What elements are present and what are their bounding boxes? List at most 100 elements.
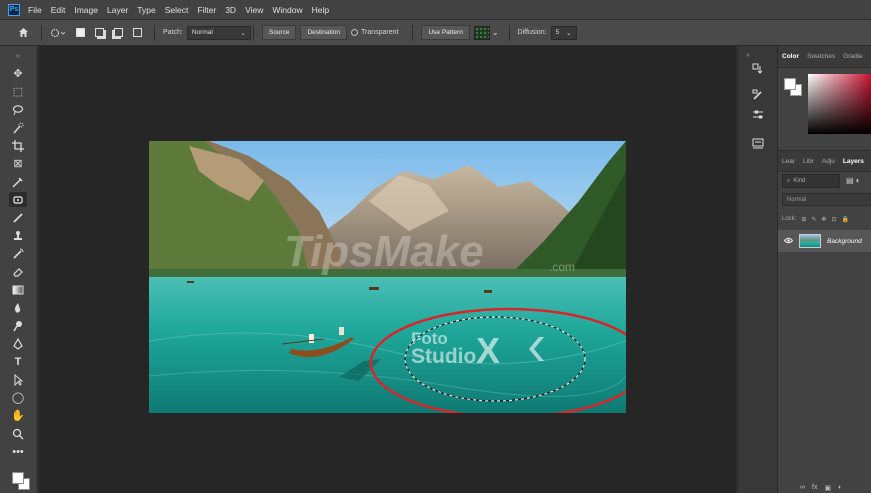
lock-position-icon[interactable]: ✥ bbox=[821, 216, 826, 223]
quick-select-icon[interactable] bbox=[9, 120, 27, 135]
diffusion-label: Diffusion: bbox=[517, 29, 547, 36]
menu-help[interactable]: Help bbox=[312, 5, 329, 15]
collapse-icon[interactable]: » bbox=[9, 49, 27, 64]
transparent-label: Transparent bbox=[361, 29, 399, 36]
add-selection-button[interactable] bbox=[95, 28, 104, 37]
destination-button[interactable]: Destination bbox=[300, 25, 347, 40]
color-picker-field[interactable] bbox=[808, 74, 871, 134]
divider bbox=[252, 24, 254, 41]
diffusion-value: 5 bbox=[555, 29, 560, 36]
filter-options-icon[interactable]: ▤ ◐ bbox=[846, 176, 861, 185]
divider bbox=[41, 24, 42, 41]
patch-label: Patch: bbox=[163, 29, 183, 36]
options-bar: Patch: Normal ⌄ Source Destination Trans… bbox=[0, 20, 871, 46]
menu-edit[interactable]: Edit bbox=[51, 5, 66, 15]
patch-mode-value: Normal bbox=[191, 29, 213, 36]
layer-filter-input[interactable]: ⌕ Kind bbox=[782, 174, 840, 188]
pen-icon[interactable] bbox=[9, 336, 27, 351]
brush-settings-icon[interactable] bbox=[750, 88, 766, 102]
logo-mark: X bbox=[476, 330, 500, 371]
tab-gradients[interactable]: Gradie bbox=[839, 53, 867, 60]
source-button[interactable]: Source bbox=[261, 25, 297, 40]
eyedropper-icon[interactable] bbox=[9, 174, 27, 189]
visibility-eye-icon[interactable] bbox=[783, 237, 794, 246]
chevron-down-icon: ⌄ bbox=[566, 29, 572, 37]
panel-foreground-swatch[interactable] bbox=[784, 78, 796, 90]
blur-icon[interactable] bbox=[9, 300, 27, 315]
subtract-selection-button[interactable] bbox=[114, 28, 123, 37]
menu-bar: Ps File Edit Image Layer Type Select Fil… bbox=[0, 0, 871, 20]
fx-icon[interactable]: fx bbox=[812, 484, 817, 492]
marquee-icon[interactable]: ⬚ bbox=[9, 84, 27, 99]
hand-icon[interactable]: ✋ bbox=[9, 408, 27, 423]
expand-icon[interactable]: » bbox=[740, 48, 756, 62]
lock-artboard-icon[interactable]: ⊡ bbox=[831, 216, 836, 223]
trash-icon[interactable]: ◐ bbox=[838, 484, 842, 492]
document-canvas[interactable]: TipsMake .com Foto Studio X bbox=[149, 141, 626, 413]
move-icon[interactable]: ✥ bbox=[9, 66, 27, 81]
history-brush-icon[interactable] bbox=[9, 246, 27, 261]
menu-select[interactable]: Select bbox=[165, 5, 189, 15]
tab-layers[interactable]: Layers bbox=[839, 158, 868, 165]
transparent-checkbox[interactable] bbox=[351, 29, 358, 36]
properties-icon[interactable] bbox=[750, 136, 766, 150]
chevron-down-icon[interactable]: ⌄ bbox=[492, 28, 499, 37]
menu-view[interactable]: View bbox=[245, 5, 263, 15]
menu-filter[interactable]: Filter bbox=[197, 5, 216, 15]
zoom-icon[interactable] bbox=[9, 426, 27, 441]
new-layer-icon[interactable]: ▣ bbox=[824, 484, 831, 492]
tool-preset-icon[interactable] bbox=[50, 28, 66, 38]
lock-all-icon[interactable]: 🔒 bbox=[841, 216, 848, 223]
chevron-down-icon: ⌄ bbox=[240, 29, 246, 37]
new-selection-button[interactable] bbox=[76, 28, 85, 37]
tab-color[interactable]: Color bbox=[778, 53, 803, 60]
divider bbox=[412, 24, 414, 41]
foreground-color-swatch[interactable] bbox=[12, 472, 24, 484]
menu-image[interactable]: Image bbox=[74, 5, 98, 15]
eraser-icon[interactable] bbox=[9, 264, 27, 279]
lock-row: Lock: ⊞ ✎ ✥ ⊡ 🔒 bbox=[782, 212, 871, 226]
lasso-icon[interactable] bbox=[9, 102, 27, 117]
lock-transparency-icon[interactable]: ⊞ bbox=[801, 216, 806, 223]
use-pattern-button[interactable]: Use Pattern bbox=[421, 25, 470, 40]
blend-mode-select[interactable]: Normal bbox=[782, 193, 871, 206]
menu-3d[interactable]: 3D bbox=[225, 5, 236, 15]
patch-tool-icon[interactable] bbox=[9, 192, 27, 207]
divider bbox=[508, 24, 510, 41]
menu-type[interactable]: Type bbox=[137, 5, 155, 15]
gradient-icon[interactable] bbox=[9, 282, 27, 297]
layer-filter-kind: Kind bbox=[793, 178, 806, 184]
home-icon[interactable] bbox=[18, 27, 29, 38]
brush-icon[interactable] bbox=[9, 210, 27, 225]
menu-layer[interactable]: Layer bbox=[107, 5, 128, 15]
frame-icon[interactable]: ⊠ bbox=[9, 156, 27, 171]
dodge-icon[interactable] bbox=[9, 318, 27, 333]
tools-panel: » ✥ ⬚ ⊠ T ◯ ✋ ••• bbox=[0, 46, 38, 493]
menu-window[interactable]: Window bbox=[272, 5, 302, 15]
pattern-picker[interactable] bbox=[473, 25, 490, 40]
tab-learn[interactable]: Lear bbox=[778, 158, 799, 165]
lock-pixels-icon[interactable]: ✎ bbox=[811, 216, 816, 223]
ellipse-icon[interactable]: ◯ bbox=[9, 390, 27, 405]
crop-icon[interactable] bbox=[9, 138, 27, 153]
intersect-selection-button[interactable] bbox=[133, 28, 142, 37]
link-layers-icon[interactable]: ∞ bbox=[800, 484, 805, 492]
tab-adjustments[interactable]: Adju bbox=[818, 158, 839, 165]
watermark-text: TipsMake bbox=[284, 227, 484, 276]
type-icon[interactable]: T bbox=[9, 354, 27, 369]
app-logo[interactable]: Ps bbox=[8, 3, 20, 16]
layer-name: Background bbox=[827, 237, 862, 245]
tab-libraries[interactable]: Libr bbox=[799, 158, 818, 165]
document-workspace[interactable]: TipsMake .com Foto Studio X bbox=[39, 46, 736, 493]
layer-item-background[interactable]: Background bbox=[778, 230, 871, 252]
more-tools-icon[interactable]: ••• bbox=[9, 444, 27, 459]
menu-file[interactable]: File bbox=[28, 5, 42, 15]
color-panel-tabs: Color Swatches Gradie bbox=[778, 46, 871, 68]
tab-swatches[interactable]: Swatches bbox=[803, 53, 839, 60]
path-select-icon[interactable] bbox=[9, 372, 27, 387]
adjustments-icon[interactable] bbox=[750, 108, 766, 122]
clone-stamp-icon[interactable] bbox=[9, 228, 27, 243]
diffusion-select[interactable]: 5 ⌄ bbox=[550, 25, 577, 40]
patch-mode-select[interactable]: Normal ⌄ bbox=[186, 25, 251, 40]
history-icon[interactable] bbox=[750, 62, 766, 76]
